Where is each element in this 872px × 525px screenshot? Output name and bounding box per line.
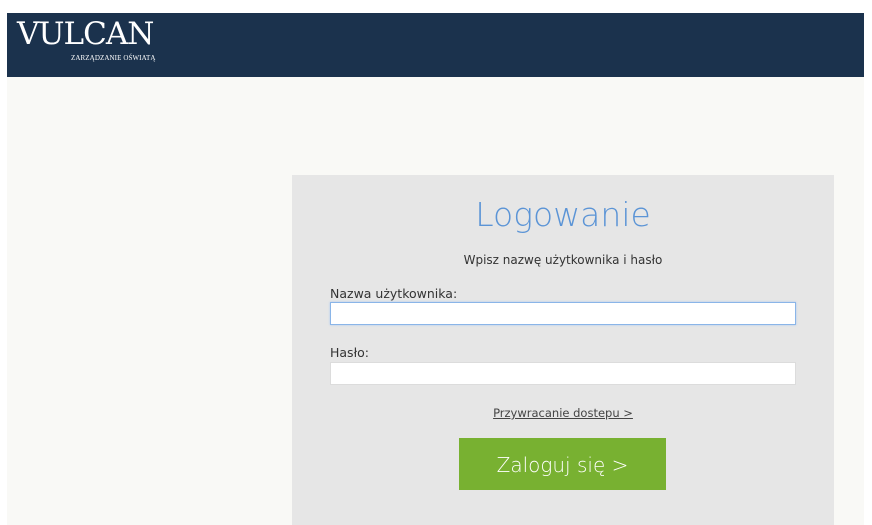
login-instructions: Wpisz nazwę użytkownika i hasło [463, 253, 663, 267]
vulcan-logo[interactable]: VULCAN ZARZĄDZANIE OŚWIATĄ [15, 16, 165, 62]
logo-subtitle: ZARZĄDZANIE OŚWIATĄ [71, 54, 156, 62]
login-panel: Logowanie Wpisz nazwę użytkownika i hasł… [292, 175, 834, 525]
login-title: Logowanie [475, 195, 651, 234]
password-input[interactable] [330, 362, 796, 385]
recover-access-link[interactable]: Przywracanie dostepu > [292, 405, 834, 421]
top-header: VULCAN ZARZĄDZANIE OŚWIATĄ [7, 13, 864, 77]
username-label: Nazwa użytkownika: [330, 286, 458, 301]
password-label: Hasło: [330, 345, 369, 360]
username-input[interactable] [330, 302, 796, 325]
logo-text: VULCAN [17, 16, 154, 52]
login-button[interactable]: Zaloguj się > [459, 438, 666, 490]
